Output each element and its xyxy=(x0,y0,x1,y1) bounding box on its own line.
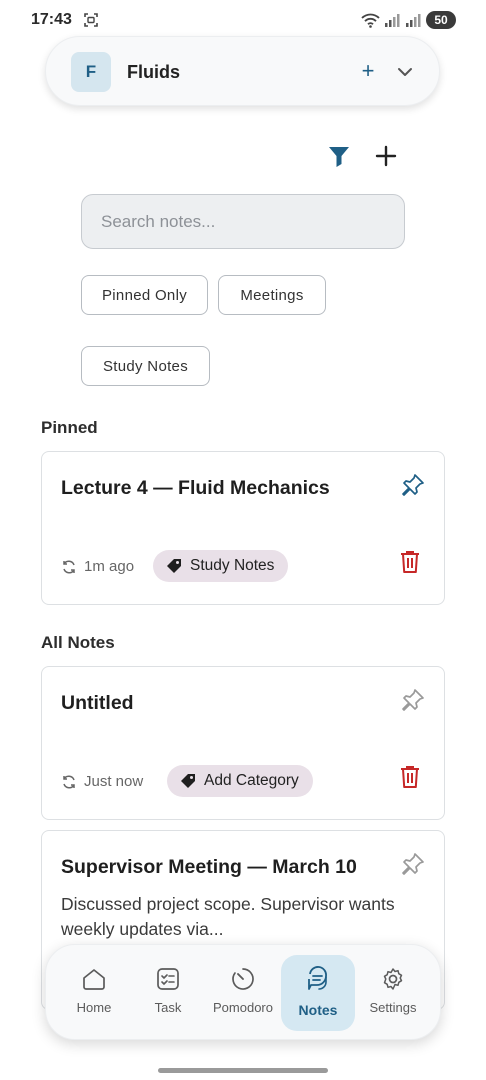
filter-chip-pinned-only[interactable]: Pinned Only xyxy=(81,275,208,315)
pin-icon[interactable] xyxy=(400,851,426,877)
workspace-selector[interactable]: F Fluids + xyxy=(45,36,440,106)
nav-label-pomodoro: Pomodoro xyxy=(213,1000,273,1015)
chevron-down-icon[interactable] xyxy=(394,61,416,83)
filter-chip-study-notes[interactable]: Study Notes xyxy=(81,346,210,386)
note-updated-text: 1m ago xyxy=(84,558,135,575)
note-updated-text: Just now xyxy=(84,773,144,790)
nav-item-home[interactable]: Home xyxy=(57,955,131,1031)
wifi-icon xyxy=(361,13,380,28)
nav-label-home: Home xyxy=(76,1000,112,1015)
home-indicator[interactable] xyxy=(158,1068,328,1073)
signal-icon xyxy=(385,13,400,27)
tag-icon xyxy=(181,774,195,788)
nav-label-task: Task xyxy=(154,1000,182,1015)
bottom-nav: Home Task Pomodoro Notes Settings xyxy=(45,944,441,1040)
screen-record-icon xyxy=(84,13,98,27)
note-updated: Just now xyxy=(61,773,143,790)
search-input[interactable] xyxy=(81,194,405,249)
add-note-button[interactable] xyxy=(373,143,399,169)
gear-icon xyxy=(383,968,403,990)
trash-icon[interactable] xyxy=(398,764,422,790)
note-updated: 1m ago xyxy=(61,558,134,575)
pin-icon[interactable] xyxy=(400,472,426,498)
signal-icon xyxy=(406,13,421,27)
nav-label-notes: Notes xyxy=(298,1002,338,1018)
filter-chip-meetings[interactable]: Meetings xyxy=(218,275,326,315)
notes-screen: 17:43 50 F Fluids + Search notes... Pinn… xyxy=(0,0,486,1080)
workspace-avatar: F xyxy=(71,52,111,92)
filter-icon[interactable] xyxy=(326,143,352,169)
battery-icon: 50 xyxy=(426,11,456,29)
add-category-tag[interactable]: Add Category xyxy=(167,765,313,797)
home-icon xyxy=(83,969,105,990)
timer-icon xyxy=(232,968,254,990)
nav-item-notes[interactable]: Notes xyxy=(281,955,355,1031)
status-time: 17:43 xyxy=(31,11,72,28)
nav-item-task[interactable]: Task xyxy=(131,955,205,1031)
sync-icon xyxy=(63,559,75,574)
category-tag-label: Add Category xyxy=(204,772,299,789)
category-tag[interactable]: Study Notes xyxy=(153,550,289,582)
note-preview: Discussed project scope. Supervisor want… xyxy=(61,894,395,939)
nav-label-settings: Settings xyxy=(369,1000,417,1015)
add-workspace-button[interactable]: + xyxy=(356,59,380,83)
section-label-all-notes: All Notes xyxy=(41,633,115,652)
note-title: Untitled xyxy=(61,692,134,714)
tag-icon xyxy=(167,559,181,573)
category-tag-label: Study Notes xyxy=(190,557,275,574)
checklist-icon xyxy=(157,968,179,990)
sync-icon xyxy=(63,774,75,789)
section-label-pinned: Pinned xyxy=(41,418,98,437)
trash-icon[interactable] xyxy=(398,549,422,575)
nav-item-settings[interactable]: Settings xyxy=(356,955,430,1031)
notes-icon xyxy=(308,966,327,990)
note-card[interactable]: Lecture 4 — Fluid Mechanics 1m ago Study… xyxy=(41,451,445,605)
note-title: Supervisor Meeting — March 10 xyxy=(61,856,357,878)
status-bar: 17:43 50 xyxy=(0,0,486,40)
status-icons: 50 xyxy=(361,10,456,30)
pin-icon[interactable] xyxy=(400,687,426,713)
note-card[interactable]: Untitled Just now Add Category xyxy=(41,666,445,820)
workspace-name: Fluids xyxy=(127,62,180,82)
note-title: Lecture 4 — Fluid Mechanics xyxy=(61,477,330,499)
nav-item-pomodoro[interactable]: Pomodoro xyxy=(206,955,280,1031)
